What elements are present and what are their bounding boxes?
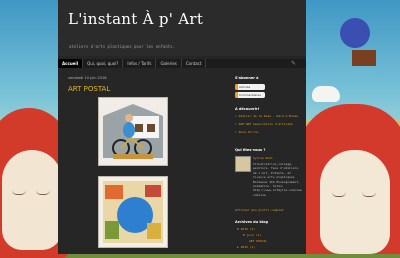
background-eye xyxy=(332,192,346,197)
tab-accueil[interactable]: Accueil xyxy=(58,59,84,68)
background-eye xyxy=(36,190,50,195)
blog-container: L'instant À p' Art ateliers d'arts plast… xyxy=(58,0,306,254)
tab-contact[interactable]: Contact xyxy=(182,59,207,68)
archive-year-2016[interactable]: ▼ 2016 (1) xyxy=(237,227,255,231)
discover-link[interactable]: • Atelier de la Rose - Pain'e'Roses xyxy=(235,114,298,118)
discover-heading: A découvrir! xyxy=(235,107,260,111)
profile-bio: Illustratrice,collage, peinture. Tenu d'… xyxy=(253,162,302,197)
post-image-cyclist-collage[interactable] xyxy=(98,97,168,166)
follow-posts-button[interactable]: Articles xyxy=(235,84,265,90)
avatar[interactable] xyxy=(235,156,251,172)
post-title[interactable]: ART POSTAL xyxy=(68,85,110,93)
post-date: vendredi 10 juin 2016 xyxy=(68,76,107,80)
blog-tagline: ateliers d'arts plastiques pour les enfa… xyxy=(69,44,175,49)
tab-infos-tarifs[interactable]: Infos / Tarifs xyxy=(123,59,157,68)
archive-heading: Archives du blog xyxy=(235,220,268,224)
discover-link[interactable]: • ZAP'ART association d'artistes xyxy=(235,122,293,126)
archive-year-2015[interactable]: ► 2015 (1) xyxy=(237,245,255,249)
background-girl-face-right xyxy=(320,150,390,254)
discover-link[interactable]: • Zona Zirino xyxy=(235,130,259,134)
background-gramophone-box xyxy=(352,50,376,66)
background-gramophone-horn xyxy=(340,18,370,48)
follow-posts-label: Articles xyxy=(239,85,251,89)
cyclist-collage-drawing xyxy=(103,104,163,159)
tab-galeries[interactable]: Galeries xyxy=(156,59,182,68)
tab-qui-quoi[interactable]: Qui, quoi, quoi? xyxy=(83,59,124,68)
edit-wrench-icon[interactable]: ✎ xyxy=(291,60,296,67)
nav-tabs: Accueil Qui, quoi, quoi? Infos / Tarifs … xyxy=(58,59,306,68)
profile-name-link[interactable]: Sylvie Rodi xyxy=(253,156,273,160)
archive-post-link[interactable]: ART POSTAL xyxy=(249,239,267,243)
feed-icon xyxy=(235,84,238,90)
background-polar-bear xyxy=(312,86,340,102)
about-heading: Qui êtes-vous ? xyxy=(235,148,266,152)
archive-month-juin[interactable]: ▼ juin (1) xyxy=(243,233,261,237)
post-image-circle-collage[interactable] xyxy=(98,176,168,248)
follow-heading: S'abonner à xyxy=(235,76,259,80)
feed-icon xyxy=(235,92,238,98)
blog-title[interactable]: L'instant À p' Art xyxy=(68,10,203,28)
profile-link[interactable]: Afficher mon profil complet xyxy=(235,208,284,212)
background-eye xyxy=(362,192,376,197)
circle-collage-drawing xyxy=(103,181,163,243)
blog-header: L'instant À p' Art ateliers d'arts plast… xyxy=(58,0,306,56)
background-eye xyxy=(12,190,26,195)
follow-comments-label: Commentaires xyxy=(239,93,261,97)
follow-comments-button[interactable]: Commentaires xyxy=(235,92,265,98)
background-girl-face-left xyxy=(2,150,62,250)
